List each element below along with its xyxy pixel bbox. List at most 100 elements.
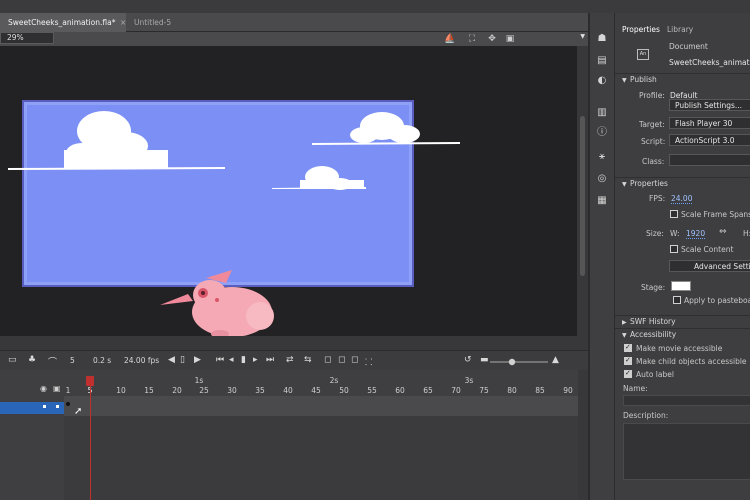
ruler-number: 15 xyxy=(144,386,154,395)
scale-frame-spans-label: Scale Frame Spans xyxy=(681,210,750,219)
width-value[interactable]: 1920 xyxy=(686,229,706,239)
ruler-number: 20 xyxy=(172,386,182,395)
swf-history-section-header[interactable]: ▶ SWF History xyxy=(615,315,750,327)
auto-label-label: Auto label xyxy=(636,370,674,379)
name-field[interactable] xyxy=(623,395,750,406)
pause-icon[interactable]: ▮ xyxy=(241,355,246,365)
ruler-number: 55 xyxy=(367,386,377,395)
zoom-out-icon[interactable]: ▬ xyxy=(480,355,489,365)
insert-keyframe-icon[interactable]: ⇄ xyxy=(286,355,294,365)
timeline-ruler[interactable]: 1s 2s 3s 1 5 10 15 20 25 30 35 40 45 50 … xyxy=(64,370,578,396)
properties-tabs: Properties Library xyxy=(615,23,750,37)
ruler-number: 40 xyxy=(283,386,293,395)
keyframe-marker[interactable] xyxy=(66,402,70,406)
pig-character xyxy=(160,270,274,336)
ruler-number: 60 xyxy=(395,386,405,395)
scale-frame-spans-checkbox[interactable] xyxy=(670,210,678,218)
fps-value[interactable]: 24.00 xyxy=(671,194,693,204)
section-title: Publish xyxy=(630,75,657,84)
center-frame-icon[interactable]: ⇆ xyxy=(304,355,312,365)
make-movie-accessible-checkbox[interactable] xyxy=(624,343,632,352)
camera-layer-icon[interactable]: ▭ xyxy=(8,355,17,365)
stage-color-swatch[interactable] xyxy=(671,281,691,291)
ruler-number: 10 xyxy=(116,386,126,395)
onion-skin-outline-icon[interactable]: ◻ xyxy=(338,355,345,365)
stage-vertical-scrollbar[interactable] xyxy=(577,46,588,336)
cloud-small xyxy=(272,166,366,190)
align-icon[interactable]: ▥ xyxy=(596,107,608,119)
tab-sweetcheeks-animation[interactable]: SweetCheeks_animation.fla* × xyxy=(0,13,126,32)
document-name: SweetCheeks_animati xyxy=(669,58,750,67)
edit-multiple-frames-icon[interactable]: ◻ xyxy=(351,355,358,365)
next-frame-icon[interactable]: ▸ xyxy=(253,355,258,365)
class-field[interactable] xyxy=(669,154,750,166)
apply-to-pasteboard-checkbox[interactable] xyxy=(673,296,681,304)
play-icon[interactable]: ▶ xyxy=(194,355,201,365)
loop-icon[interactable]: ▯ xyxy=(180,355,185,365)
timeline-scrollbar[interactable] xyxy=(578,370,588,500)
first-frame-icon[interactable]: ⏮ xyxy=(216,355,224,365)
stage-horizontal-scrollbar[interactable] xyxy=(0,336,588,350)
clip-content-icon[interactable]: ▣ xyxy=(504,33,516,45)
make-child-accessible-checkbox[interactable] xyxy=(624,356,632,365)
scale-content-checkbox[interactable] xyxy=(670,245,678,253)
current-frame[interactable]: 5 xyxy=(70,356,75,365)
camera-icon[interactable]: ⛶ xyxy=(466,33,478,45)
frame-row[interactable] xyxy=(64,396,578,416)
playhead-line xyxy=(90,376,91,500)
properties-section-header[interactable]: ▼ Properties xyxy=(615,177,750,189)
tab-untitled-5[interactable]: Untitled-5 xyxy=(126,13,266,32)
timeline-zoom-slider[interactable] xyxy=(490,358,548,366)
pasteboard[interactable] xyxy=(0,46,577,336)
layer-lock-dot[interactable] xyxy=(56,405,59,408)
color-icon[interactable]: ◐ xyxy=(596,75,608,87)
auto-label-checkbox[interactable] xyxy=(624,369,632,378)
eye-icon[interactable]: ◉ xyxy=(40,384,47,393)
scale-content-label: Scale Content xyxy=(681,245,734,254)
graph-icon[interactable]: ⌒ xyxy=(48,355,57,368)
section-title: Accessibility xyxy=(630,330,677,339)
scrollbar-thumb[interactable] xyxy=(580,116,585,276)
publish-settings-button[interactable]: Publish Settings... xyxy=(669,99,750,111)
tab-library[interactable]: Library xyxy=(667,23,693,37)
onion-skin-icon[interactable]: ◻ xyxy=(324,355,331,365)
last-frame-icon[interactable]: ⏭ xyxy=(266,355,274,365)
assets-icon[interactable]: ☗ xyxy=(596,33,608,45)
layer-visible-dot[interactable] xyxy=(43,405,46,408)
motion-presets-icon[interactable]: ◎ xyxy=(596,173,608,185)
section-title: Properties xyxy=(630,179,668,188)
timeline-empty-area[interactable] xyxy=(64,416,578,500)
components-icon[interactable]: ⚹ xyxy=(596,151,608,163)
description-field[interactable] xyxy=(623,423,750,480)
library-icon[interactable]: ▤ xyxy=(596,55,608,67)
ruler-number: 75 xyxy=(479,386,489,395)
class-label: Class: xyxy=(642,157,665,166)
ruler-number: 1 xyxy=(65,386,71,395)
previous-frame-icon[interactable]: ◂ xyxy=(229,355,234,365)
zoom-in-icon[interactable]: ▲ xyxy=(552,355,559,365)
tab-label: SweetCheeks_animation.fla* xyxy=(8,18,116,27)
frame-rate[interactable]: 24.00 fps xyxy=(124,356,159,365)
name-label: Name: xyxy=(623,384,648,393)
transform-icon[interactable]: ▦ xyxy=(596,195,608,207)
link-dimensions-icon[interactable]: ⇔ xyxy=(719,227,727,237)
zoom-select[interactable]: 29% ▼ xyxy=(0,32,585,44)
tab-properties[interactable]: Properties xyxy=(622,23,660,37)
lock-icon[interactable]: ▣ xyxy=(53,384,61,393)
layer-parenting-icon[interactable]: ♣ xyxy=(28,355,36,365)
profile-label: Profile: xyxy=(639,91,665,100)
layer-row-selected[interactable] xyxy=(0,402,64,414)
publish-section-header[interactable]: ▼ Publish xyxy=(615,73,750,85)
script-select[interactable]: ActionScript 3.0 xyxy=(669,134,750,146)
step-back-icon[interactable]: ◀ xyxy=(168,355,175,365)
script-label: Script: xyxy=(641,137,666,146)
advanced-settings-button[interactable]: Advanced Setti xyxy=(669,260,750,272)
onion-skin-range-icon[interactable]: ⸬ xyxy=(365,355,372,368)
undo-icon[interactable]: ↺ xyxy=(464,355,472,365)
center-stage-icon[interactable]: ✥ xyxy=(486,33,498,45)
info-icon[interactable]: ⓘ xyxy=(596,127,608,139)
elapsed-time[interactable]: 0.2 s xyxy=(93,356,111,365)
stage-rotate-icon[interactable]: ⛵ xyxy=(444,33,456,45)
target-select[interactable]: Flash Player 30 xyxy=(669,117,750,129)
accessibility-section-header[interactable]: ▼ Accessibility xyxy=(615,328,750,340)
